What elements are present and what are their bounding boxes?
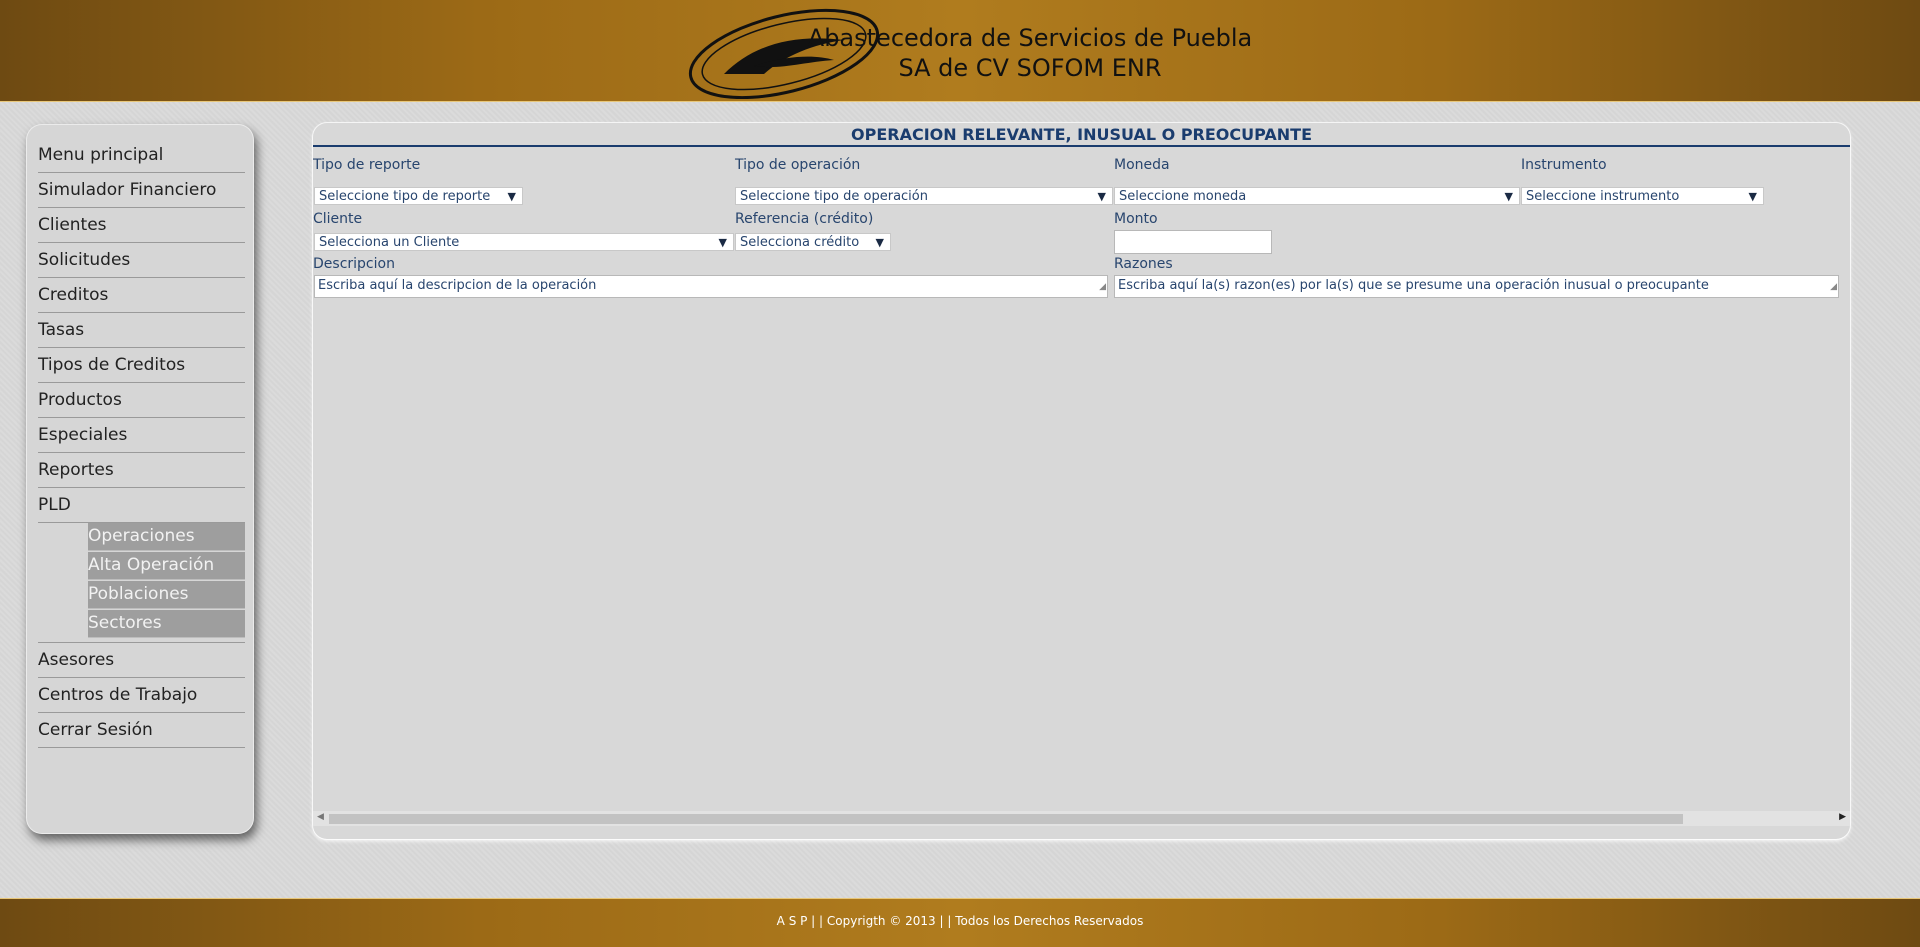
dropdown-arrow-icon: ▼ xyxy=(1097,190,1106,203)
cliente-select[interactable]: Selecciona un Cliente ▼ xyxy=(314,233,734,251)
sidebar-item-especiales[interactable]: Especiales xyxy=(38,418,245,453)
submenu-item-alta-operacion[interactable]: Alta Operación xyxy=(88,552,245,580)
dropdown-arrow-icon: ▼ xyxy=(1748,190,1757,203)
dropdown-arrow-icon: ▼ xyxy=(1504,190,1513,203)
sidebar-item-reportes[interactable]: Reportes xyxy=(38,453,245,488)
submenu-item-sectores[interactable]: Sectores xyxy=(88,610,245,638)
sidebar-item-asesores[interactable]: Asesores xyxy=(38,643,245,678)
dropdown-arrow-icon: ▼ xyxy=(875,236,884,249)
razones-placeholder: Escriba aquí la(s) razon(es) por la(s) q… xyxy=(1118,278,1709,293)
monto-input[interactable] xyxy=(1114,230,1272,254)
sidebar-item-productos[interactable]: Productos xyxy=(38,383,245,418)
sidebar-item-centros-trabajo[interactable]: Centros de Trabajo xyxy=(38,678,245,713)
razones-label: Razones xyxy=(1114,256,1173,272)
form-title: OPERACION RELEVANTE, INUSUAL O PREOCUPAN… xyxy=(313,123,1850,147)
scroll-left-icon[interactable]: ◀ xyxy=(317,812,324,822)
instrumento-value: Seleccione instrumento xyxy=(1526,189,1680,204)
descripcion-placeholder: Escriba aquí la descripcion de la operac… xyxy=(318,278,597,293)
sidebar-item-cerrar-sesion[interactable]: Cerrar Sesión xyxy=(38,713,245,748)
sidebar-menu: Menu principal Simulador Financiero Clie… xyxy=(38,138,245,748)
submenu-item-poblaciones[interactable]: Poblaciones xyxy=(88,581,245,609)
tipo-reporte-label: Tipo de reporte xyxy=(313,157,421,173)
descripcion-textarea[interactable]: Escriba aquí la descripcion de la operac… xyxy=(314,275,1108,298)
tipo-operacion-value: Seleccione tipo de operación xyxy=(740,189,928,204)
sidebar-item-tasas[interactable]: Tasas xyxy=(38,313,245,348)
operation-form-panel: OPERACION RELEVANTE, INUSUAL O PREOCUPAN… xyxy=(313,123,1850,839)
footer: A S P | | Copyrigth © 2013 | | Todos los… xyxy=(0,898,1920,947)
cliente-label: Cliente xyxy=(313,211,363,227)
scrollbar-thumb[interactable] xyxy=(329,814,1683,824)
sidebar-item-pld[interactable]: PLD xyxy=(38,488,245,523)
tipo-operacion-select[interactable]: Seleccione tipo de operación ▼ xyxy=(735,187,1113,205)
resize-grip-icon[interactable]: ◢ xyxy=(1830,277,1837,297)
submenu-item-operaciones[interactable]: Operaciones xyxy=(88,523,245,551)
cliente-value: Selecciona un Cliente xyxy=(319,235,460,250)
instrumento-select[interactable]: Seleccione instrumento ▼ xyxy=(1521,187,1764,205)
referencia-label: Referencia (crédito) xyxy=(735,211,874,227)
company-name-line2: SA de CV SOFOM ENR xyxy=(898,54,1162,82)
instrumento-label: Instrumento xyxy=(1521,157,1607,173)
moneda-select[interactable]: Seleccione moneda ▼ xyxy=(1114,187,1520,205)
footer-copyright: A S P | | Copyrigth © 2013 | | Todos los… xyxy=(776,914,1144,928)
tipo-reporte-select[interactable]: Seleccione tipo de reporte ▼ xyxy=(314,187,523,205)
sidebar-item-creditos[interactable]: Creditos xyxy=(38,278,245,313)
tipo-operacion-label: Tipo de operación xyxy=(735,157,861,173)
company-name-line1: Abastecedora de Servicios de Puebla xyxy=(807,24,1253,52)
resize-grip-icon[interactable]: ◢ xyxy=(1099,277,1106,297)
scroll-right-icon[interactable]: ▶ xyxy=(1839,812,1846,822)
monto-label: Monto xyxy=(1114,211,1158,227)
dropdown-arrow-icon: ▼ xyxy=(718,236,727,249)
dropdown-arrow-icon: ▼ xyxy=(507,190,516,203)
moneda-value: Seleccione moneda xyxy=(1119,189,1247,204)
sidebar-item-menu-principal[interactable]: Menu principal xyxy=(38,138,245,173)
sidebar-item-tipos-creditos[interactable]: Tipos de Creditos xyxy=(38,348,245,383)
sidebar-item-solicitudes[interactable]: Solicitudes xyxy=(38,243,245,278)
pld-submenu: Operaciones Alta Operación Poblaciones S… xyxy=(38,523,245,643)
header-banner: Abastecedora de Servicios de Puebla SA d… xyxy=(0,0,1920,102)
referencia-select[interactable]: Selecciona crédito ▼ xyxy=(735,233,891,251)
sidebar-item-simulador[interactable]: Simulador Financiero xyxy=(38,173,245,208)
descripcion-label: Descripcion xyxy=(313,256,395,272)
sidebar-nav: Menu principal Simulador Financiero Clie… xyxy=(26,124,254,834)
tipo-reporte-value: Seleccione tipo de reporte xyxy=(319,189,491,204)
razones-textarea[interactable]: Escriba aquí la(s) razon(es) por la(s) q… xyxy=(1114,275,1839,298)
horizontal-scrollbar[interactable]: ◀ ▶ xyxy=(313,811,1850,826)
sidebar-item-clientes[interactable]: Clientes xyxy=(38,208,245,243)
referencia-value: Selecciona crédito xyxy=(740,235,860,250)
moneda-label: Moneda xyxy=(1114,157,1170,173)
